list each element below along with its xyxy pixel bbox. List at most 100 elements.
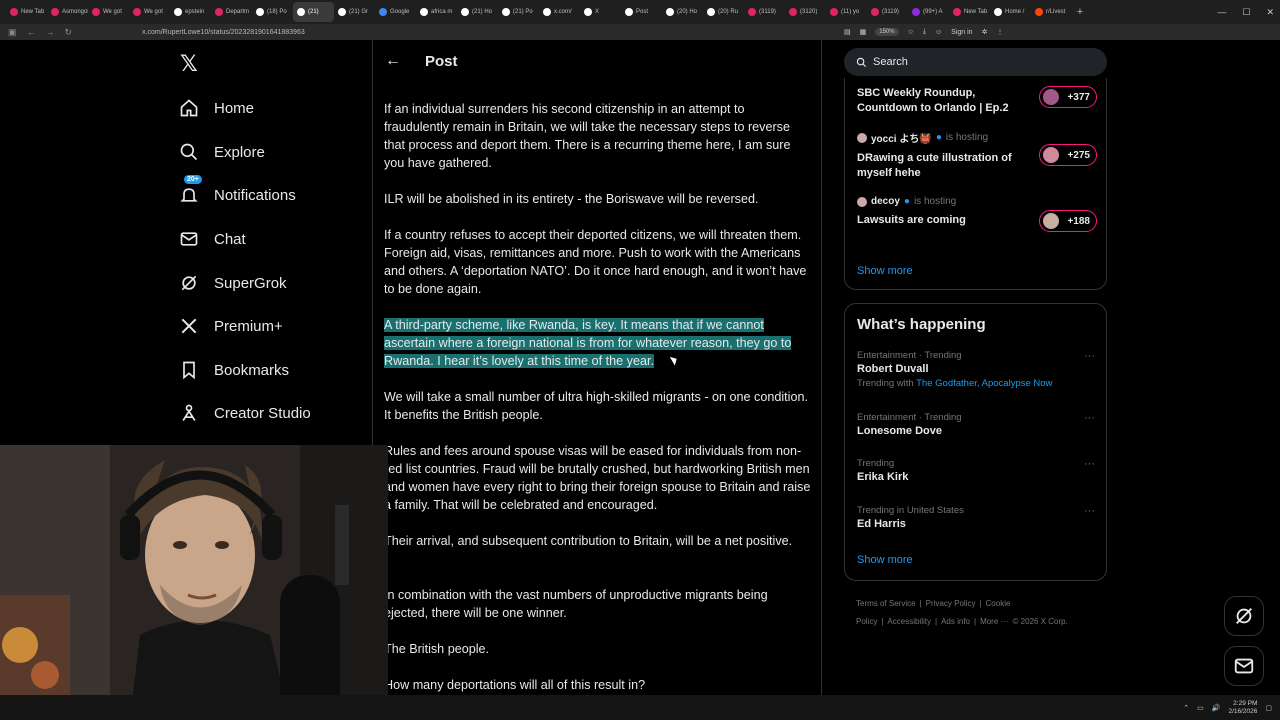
- browser-tab[interactable]: We got: [129, 2, 170, 22]
- browser-tab[interactable]: r/Livest: [1031, 2, 1072, 22]
- browser-tab[interactable]: (21) Po: [498, 2, 539, 22]
- trend-item[interactable]: Trending in United States Ed Harris ···: [857, 505, 1097, 530]
- trend-related-links[interactable]: The Godfather, Apocalypse Now: [916, 378, 1052, 389]
- footer-separator: |: [919, 599, 922, 608]
- sidebar-item-supergrok[interactable]: SuperGrok: [178, 272, 287, 294]
- page-title: Post: [425, 52, 458, 70]
- messages-fab-button[interactable]: [1224, 646, 1264, 686]
- new-tab-icon[interactable]: +: [1072, 6, 1088, 18]
- sidebar-item-bookmarks[interactable]: Bookmarks: [178, 359, 289, 381]
- screenshot-icon[interactable]: ▦: [860, 28, 867, 36]
- tab-favicon-icon: [92, 8, 100, 16]
- more-options-icon[interactable]: ···: [1084, 505, 1095, 517]
- live-space-item[interactable]: decoy ● is hosting Lawsuits are coming +188: [857, 196, 1097, 232]
- space-host: yocci よち👹 ● is hosting: [857, 130, 1097, 145]
- browser-tab[interactable]: Departm: [211, 2, 252, 22]
- close-icon[interactable]: ✕: [1266, 7, 1274, 18]
- os-taskbar: ⌃ ▭ 🔊 2:29 PM 2/16/2026 ▢: [0, 695, 1280, 720]
- browser-tab[interactable]: Post: [621, 2, 662, 22]
- spaces-show-more-link[interactable]: Show more: [857, 265, 913, 277]
- zoom-level[interactable]: 150%: [875, 28, 899, 36]
- chevron-up-icon[interactable]: ⌃: [1183, 704, 1189, 712]
- live-space-item[interactable]: SBC Weekly Roundup, Countdown to Orlando…: [857, 86, 1097, 116]
- footer-link[interactable]: More ···: [980, 617, 1008, 626]
- back-icon[interactable]: ←: [27, 27, 36, 38]
- browser-tab[interactable]: (21) Ho: [457, 2, 498, 22]
- sidebar-item-premium[interactable]: Premium+: [178, 315, 283, 337]
- live-space-item[interactable]: yocci よち👹 ● is hosting DRawing a cute illus…: [857, 130, 1097, 181]
- tab-favicon-icon: [625, 8, 633, 16]
- menu-icon[interactable]: ⋮: [996, 28, 1003, 36]
- sidebar-item-explore[interactable]: Explore: [178, 141, 265, 163]
- footer-link[interactable]: Accessibility: [887, 617, 931, 626]
- more-options-icon[interactable]: ···: [1084, 458, 1095, 470]
- browser-tab[interactable]: New Tab: [6, 2, 47, 22]
- browser-tab[interactable]: x.com/: [539, 2, 580, 22]
- space-listeners-pill[interactable]: +188: [1039, 210, 1097, 232]
- download-icon[interactable]: ⤓: [923, 28, 926, 36]
- profile-icon[interactable]: ☺: [935, 29, 942, 36]
- browser-tab[interactable]: (20) Ho: [662, 2, 703, 22]
- browser-tab[interactable]: (3119): [867, 2, 908, 22]
- trend-item[interactable]: Trending Erika Kirk ···: [857, 458, 1097, 483]
- browser-tab[interactable]: Asmongold: [47, 2, 88, 22]
- browser-tab[interactable]: (99+) A: [908, 2, 949, 22]
- footer-link[interactable]: Ads info: [941, 617, 970, 626]
- sidebar-item-chat[interactable]: Chat: [178, 228, 246, 250]
- extension-icon[interactable]: ▤: [844, 28, 851, 36]
- browser-tab[interactable]: (3119): [744, 2, 785, 22]
- maximize-icon[interactable]: ☐: [1242, 7, 1250, 18]
- browser-tab[interactable]: (11) yo: [826, 2, 867, 22]
- sidebar-item-creator-studio[interactable]: Creator Studio: [178, 402, 311, 424]
- browser-tab[interactable]: New Tab: [949, 2, 990, 22]
- search-input[interactable]: Search: [844, 48, 1107, 76]
- browser-tab[interactable]: We got: [88, 2, 129, 22]
- tab-label: (3119): [882, 9, 899, 15]
- browser-tab[interactable]: Google: [375, 2, 416, 22]
- back-arrow-icon[interactable]: ←: [385, 52, 401, 70]
- trend-item[interactable]: Entertainment · Trending Lonesome Dove ···: [857, 412, 1097, 437]
- network-icon[interactable]: ▭: [1197, 704, 1204, 712]
- sidebar-item-notifications[interactable]: 20+ Notifications: [178, 175, 296, 206]
- browser-tab[interactable]: (3120): [785, 2, 826, 22]
- space-listeners-pill[interactable]: +377: [1039, 86, 1097, 108]
- minimize-icon[interactable]: —: [1217, 7, 1226, 17]
- address-bar: ▣ ← → ↻ x.com/RupertLowe10/status/202328…: [0, 24, 1280, 40]
- sidebar-item-home[interactable]: Home: [178, 97, 254, 119]
- browser-tab[interactable]: (18) Po: [252, 2, 293, 22]
- host-suffix: is hosting: [945, 132, 989, 143]
- trend-category: Entertainment · Trending: [857, 412, 962, 423]
- volume-icon[interactable]: 🔊: [1212, 704, 1221, 712]
- grok-fab-button[interactable]: [1224, 596, 1264, 636]
- space-listeners-pill[interactable]: +275: [1039, 144, 1097, 166]
- reload-icon[interactable]: ↻: [65, 27, 73, 38]
- more-options-icon[interactable]: ···: [1084, 350, 1095, 362]
- tab-label: r/Livest: [1046, 9, 1066, 15]
- x-logo-icon[interactable]: 𝕏: [180, 52, 198, 77]
- browser-tab[interactable]: Home /: [990, 2, 1031, 22]
- puzzle-icon[interactable]: ✲: [982, 28, 988, 36]
- browser-tab[interactable]: (21) Gr: [334, 2, 375, 22]
- sidebar-toggle-icon[interactable]: ▣: [8, 27, 17, 38]
- footer-link[interactable]: Privacy Policy: [926, 599, 976, 608]
- tab-label: (21) Ho: [472, 9, 493, 15]
- url-field[interactable]: x.com/RupertLowe10/status/20232819016418…: [142, 29, 305, 36]
- browser-tab[interactable]: X: [580, 2, 621, 22]
- post-paragraph: ILR will be abolished in its entirety - …: [384, 190, 812, 208]
- forward-icon[interactable]: →: [46, 27, 55, 38]
- sign-in-button[interactable]: Sign in: [951, 29, 972, 36]
- footer-link[interactable]: Terms of Service: [856, 599, 916, 608]
- browser-tab[interactable]: epstein: [170, 2, 211, 22]
- host-avatar-icon: [857, 196, 867, 207]
- tab-label: (99+) A: [923, 9, 943, 15]
- trends-show-more-link[interactable]: Show more: [857, 554, 913, 566]
- browser-tab[interactable]: africa m: [416, 2, 457, 22]
- star-icon[interactable]: ☆: [908, 28, 914, 36]
- clock[interactable]: 2:29 PM 2/16/2026: [1228, 700, 1257, 716]
- browser-tab[interactable]: (20) Ru: [703, 2, 744, 22]
- browser-tab[interactable]: (21): [293, 2, 334, 22]
- tab-label: Asmongold: [62, 9, 88, 15]
- more-options-icon[interactable]: ···: [1084, 412, 1095, 424]
- trend-item[interactable]: Entertainment · Trending Robert Duvall Tre…: [857, 350, 1097, 389]
- notification-icon[interactable]: ▢: [1265, 704, 1272, 712]
